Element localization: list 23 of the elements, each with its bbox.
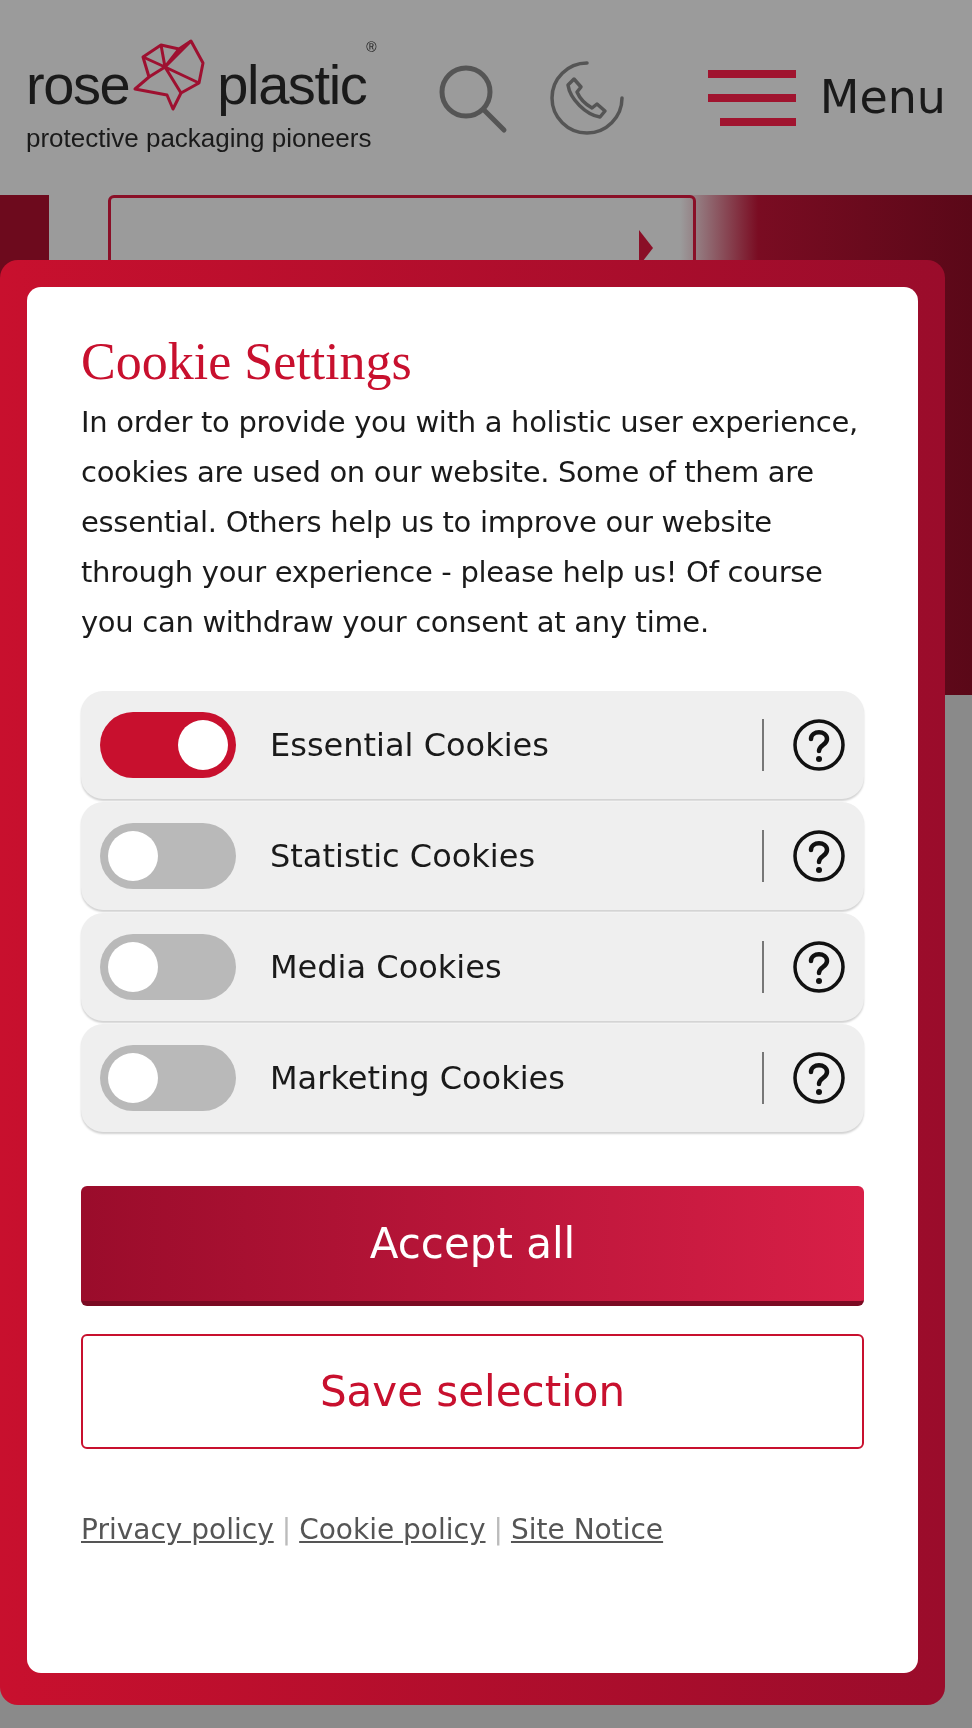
cookie-option-label: Essential Cookies xyxy=(270,725,550,767)
logo-tagline: protective packaging pioneers xyxy=(26,122,373,155)
hamburger-icon xyxy=(707,67,796,128)
footer-link[interactable]: Site Notice xyxy=(510,1509,664,1552)
menu-button[interactable]: Menu xyxy=(707,63,946,132)
help-icon[interactable] xyxy=(792,829,846,884)
dialog-description: In order to provide you with a holistic user experience, cookies are used on our website. Some of them are essential. Others help us to improve our website through your experience - please help us! Of course you can withdraw your consent at any time. xyxy=(81,404,859,642)
cookie-option-label: Media Cookies xyxy=(270,947,503,989)
footer-link[interactable]: Cookie policy xyxy=(299,1509,486,1552)
registered-mark: ® xyxy=(366,38,377,57)
help-icon[interactable] xyxy=(792,940,846,995)
save-selection-button[interactable]: Save selection xyxy=(81,1334,864,1450)
footer-link[interactable]: Privacy policy xyxy=(81,1509,274,1552)
dialog-title: Cookie Settings xyxy=(81,332,413,392)
cookie-option-label: Statistic Cookies xyxy=(270,836,537,878)
link-separator: | xyxy=(281,1512,292,1549)
accept-all-button[interactable]: Accept all xyxy=(81,1186,864,1307)
link-separator: | xyxy=(493,1512,503,1549)
logo-text: rose xyxy=(26,57,130,113)
phone-icon[interactable] xyxy=(548,58,626,137)
cookie-option-label: Marketing Cookies xyxy=(270,1058,566,1100)
help-icon[interactable] xyxy=(792,1051,846,1106)
help-icon[interactable] xyxy=(792,718,846,773)
